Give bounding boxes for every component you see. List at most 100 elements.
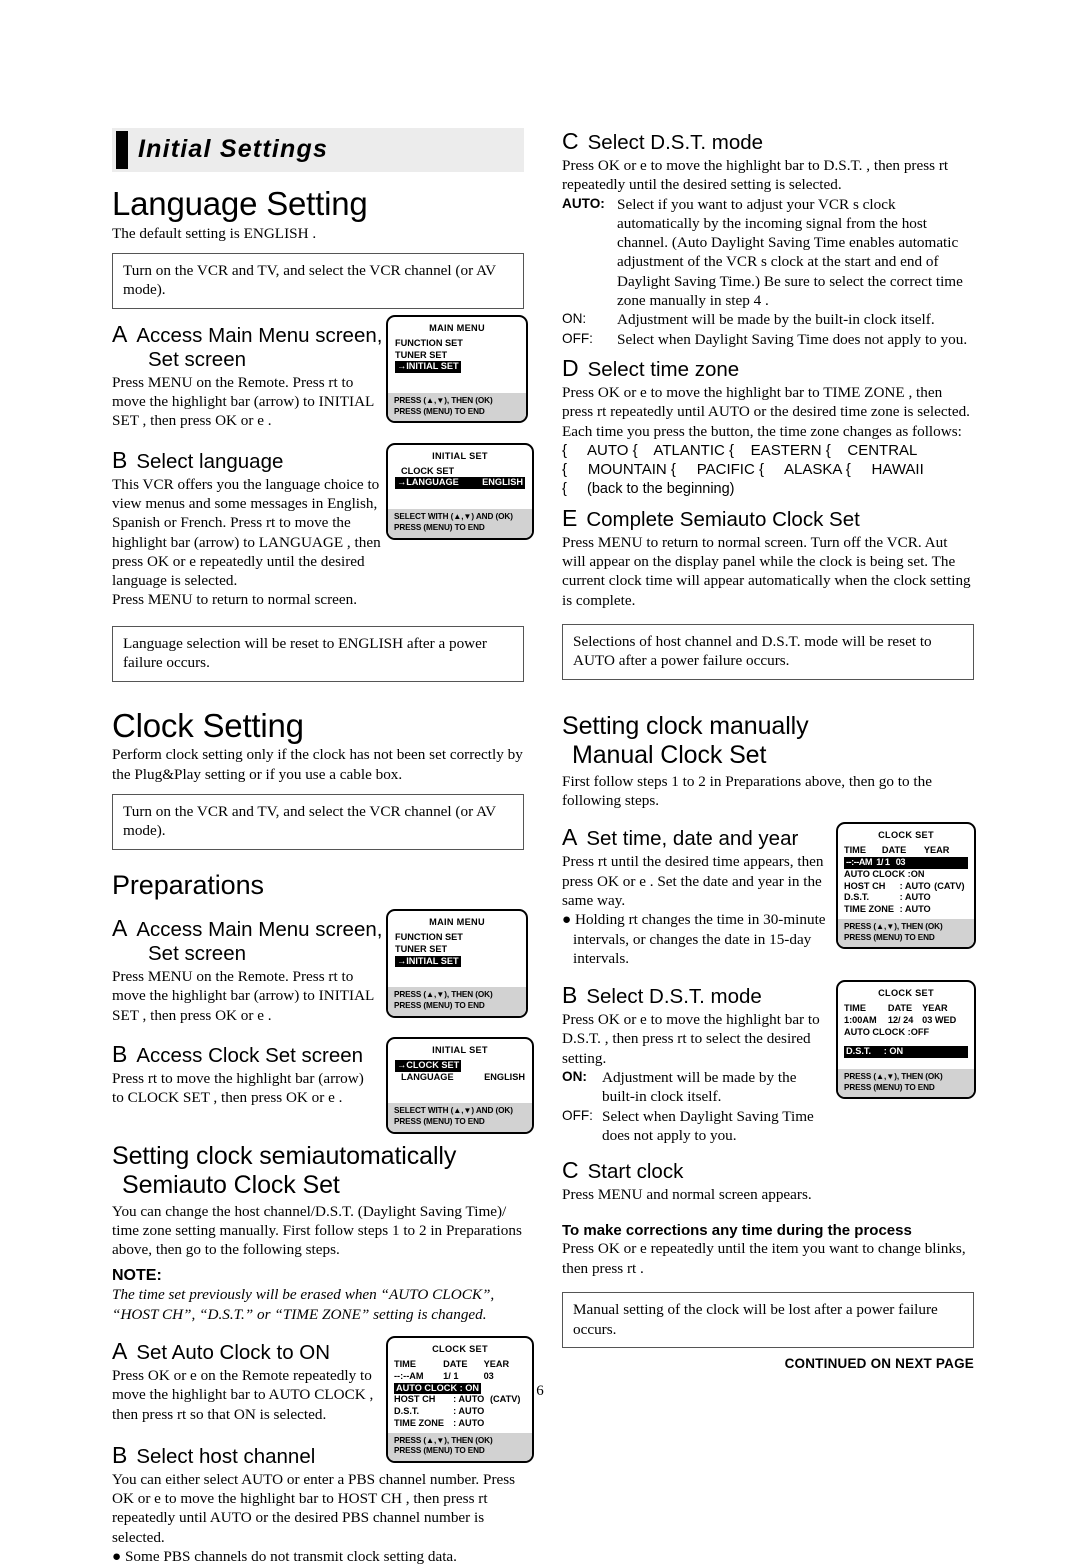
step-heading: E Complete Semiauto Clock Set [562, 505, 974, 532]
osd-row-time-zone: TIME ZONE : AUTO [394, 1418, 526, 1430]
osd-highlight-bar: →INITIAL SET [395, 955, 461, 968]
osd-tz-value: : AUTO [899, 904, 931, 915]
osd-footer: PRESS (▲,▼), THEN (OK) PRESS (MENU) TO E… [388, 987, 526, 1016]
semiauto-heading-line2: Semiauto Clock Set [122, 1170, 340, 1199]
osd-clock-table: TIME DATE YEAR --:--AM 1/ 1 03 [394, 1359, 526, 1383]
osd-body: TIME DATE YEAR 1:00AM 12/ 24 03 WED AUTO… [838, 1003, 974, 1069]
osd-body: TIME DATE YEAR --:--AM 1/ 1 03 AUTO CLOC… [838, 845, 974, 919]
osd-body: FUNCTION SET TUNER SET →INITIAL SET [388, 932, 526, 987]
osd-spacer [844, 1058, 968, 1066]
step-heading: C Start clock [562, 1157, 974, 1184]
osd-dst-value: : ON [883, 1046, 904, 1057]
osd-title: MAIN MENU [429, 322, 485, 333]
step-body: This VCR offers you the language choice … [112, 475, 381, 590]
clock-setting-subtext: Perform clock setting only if the clock … [112, 746, 523, 783]
step-title: Set time, date and year [586, 827, 799, 851]
osd-settings-table: HOST CH : AUTO (CATV) D.S.T. : AUTO TIME… [844, 881, 968, 916]
step-letter: B [112, 1040, 128, 1067]
step-letter: C [562, 1157, 579, 1184]
osd-footer-line1: PRESS (▲,▼), THEN (OK) [844, 1072, 943, 1082]
osd-title: CLOCK SET [432, 1344, 488, 1355]
def-row-auto: AUTO: Select if you want to adjust your … [562, 195, 974, 311]
osd-col-date: DATE [881, 845, 907, 856]
step-body: Press MENU on the Remote. Press rt to mo… [112, 373, 374, 430]
osd-highlight-bar: →CLOCK SET [395, 1059, 462, 1072]
osd-clock-table: TIME DATE YEAR [844, 845, 968, 857]
osd-spacer [395, 967, 519, 975]
step-title: Start clock [587, 1160, 684, 1184]
step-title: Select language [136, 449, 284, 473]
osd-col-year: YEAR [483, 1359, 510, 1370]
osd-title: MAIN MENU [429, 917, 485, 928]
page-number: 6 [536, 1383, 544, 1399]
osd-item-clock-set: →CLOCK SET [395, 1059, 525, 1072]
osd-language-value: ENGLISH [482, 477, 523, 488]
osd-highlight-bar: --:--AM 1/ 1 03 [844, 857, 968, 869]
language-setting-heading: Language Setting [112, 185, 368, 222]
osd-footer: PRESS (▲,▼), THEN (OK) PRESS (MENU) TO E… [838, 918, 974, 948]
osd-date-value: 1/ 1 [876, 857, 890, 868]
manual-heading-line1: Setting clock manually [562, 711, 809, 740]
step-body: Press MENU and normal screen appears. [562, 1186, 812, 1204]
step-body: Press rt to move the highlight bar (arro… [112, 1069, 364, 1107]
language-note-box: Language selection will be reset to ENGL… [112, 625, 524, 682]
osd-footer-line2: PRESS (MENU) TO END [394, 522, 485, 532]
right-column: C Select D.S.T. mode Press OK or e to mov… [562, 128, 976, 1360]
step-body: Press MENU on the Remote. Press rt to mo… [112, 968, 374, 1024]
osd-initial-set-clock: INITIAL SET →CLOCK SET LANGUAGE ENGLISH S… [386, 1036, 534, 1134]
osd-row-dst: D.S.T. : ON [844, 1046, 968, 1059]
step-body: Press MENU to return to normal screen. T… [562, 533, 971, 609]
osd-date-value: 1/ 1 [443, 1370, 459, 1381]
semiauto-heading-line1: Setting clock semiautomatically [112, 1141, 457, 1170]
osd-item-function-set: FUNCTION SET [395, 932, 463, 943]
osd-table-value-row: 1:00AM 12/ 24 03 WED [844, 1015, 968, 1027]
osd-highlight-bar: D.S.T. : ON [844, 1046, 968, 1059]
step-title: Access Clock Set screen [136, 1043, 364, 1067]
osd-footer: SELECT WITH (▲,▼) AND (OK) PRESS (MENU) … [388, 509, 532, 538]
def-desc: Select when Daylight Saving Time does no… [602, 1107, 814, 1144]
timezone-cycle-line2: { MOUNTAIN { PACIFIC { ALASKA { HAWAII [562, 461, 924, 479]
manual-note-box: Manual setting of the clock will be lost… [562, 1292, 974, 1348]
osd-row-host-ch: HOST CH : AUTO (CATV) [844, 881, 968, 893]
semiauto-heading: Setting clock semiautomatically Semiauto… [112, 1142, 524, 1200]
osd-footer-line2: PRESS (MENU) TO END [394, 1001, 485, 1011]
def-desc: Adjustment will be made by the built-in … [617, 311, 935, 329]
step-body: You can either select AUTO or enter a PB… [112, 1470, 516, 1546]
step-title: Complete Semiauto Clock Set [586, 507, 860, 531]
osd-row-auto-clock: AUTO CLOCK : ON [844, 868, 925, 879]
osd-main-menu-language: MAIN MENU FUNCTION SET TUNER SET →INITIA… [386, 314, 528, 424]
osd-title: CLOCK SET [878, 988, 934, 999]
osd-col-year: YEAR [922, 1003, 948, 1014]
manual-page: Initial Settings Language Setting The de… [0, 0, 1080, 1565]
step-body: Press OK or e to move the highlight bar … [562, 156, 949, 194]
osd-footer-line1: SELECT WITH (▲,▼) AND (OK) [394, 1106, 513, 1116]
step-letter: A [112, 915, 128, 942]
osd-year-value: 03 WED [922, 1014, 957, 1025]
prep-step-a: MAIN MENU FUNCTION SET TUNER SET →INITIA… [112, 909, 528, 1025]
def-row-off: OFF: Select when Daylight Saving Time do… [562, 1107, 820, 1146]
osd-time-value: --:--AM [394, 1370, 424, 1381]
osd-item-tuner-set: TUNER SET [395, 943, 448, 954]
osd-row-dst: D.S.T. : AUTO [844, 892, 968, 904]
timezone-cycle-line3: { (back to the beginning) [562, 480, 735, 497]
osd-date-value: 12/ 24 [887, 1014, 914, 1025]
osd-table-header-row: TIME DATE YEAR [844, 845, 968, 857]
osd-spacer [395, 497, 525, 505]
chapter-title: Initial Settings [138, 135, 329, 163]
def-term: OFF: [562, 330, 593, 346]
osd-tz-label: TIME ZONE [394, 1417, 445, 1428]
semiauto-step-a: CLOCK SET TIME DATE YEAR --:--AM 1/ 1 03 [112, 1336, 534, 1463]
osd-host-ch-value: : AUTO [899, 880, 931, 891]
osd-footer: SELECT WITH (▲,▼) AND (OK) PRESS (MENU) … [388, 1103, 532, 1132]
manual-heading: Setting clock manually Manual Clock Set [562, 712, 974, 770]
osd-footer: PRESS (▲,▼), THEN (OK) PRESS (MENU) TO E… [388, 393, 526, 422]
osd-time-value: 1:00AM [844, 1014, 877, 1025]
prep-step-b: INITIAL SET →CLOCK SET LANGUAGE ENGLISH S… [112, 1036, 534, 1134]
osd-main-menu-prep: MAIN MENU FUNCTION SET TUNER SET →INITIA… [386, 909, 528, 1018]
step-letter: B [112, 1441, 128, 1468]
osd-spacer [395, 1083, 525, 1091]
semiauto-step-c: C Select D.S.T. mode Press OK or e to mov… [562, 128, 974, 349]
left-column: Initial Settings Language Setting The de… [112, 128, 534, 1566]
osd-spacer [395, 489, 525, 497]
def-term: ON: [562, 311, 587, 327]
